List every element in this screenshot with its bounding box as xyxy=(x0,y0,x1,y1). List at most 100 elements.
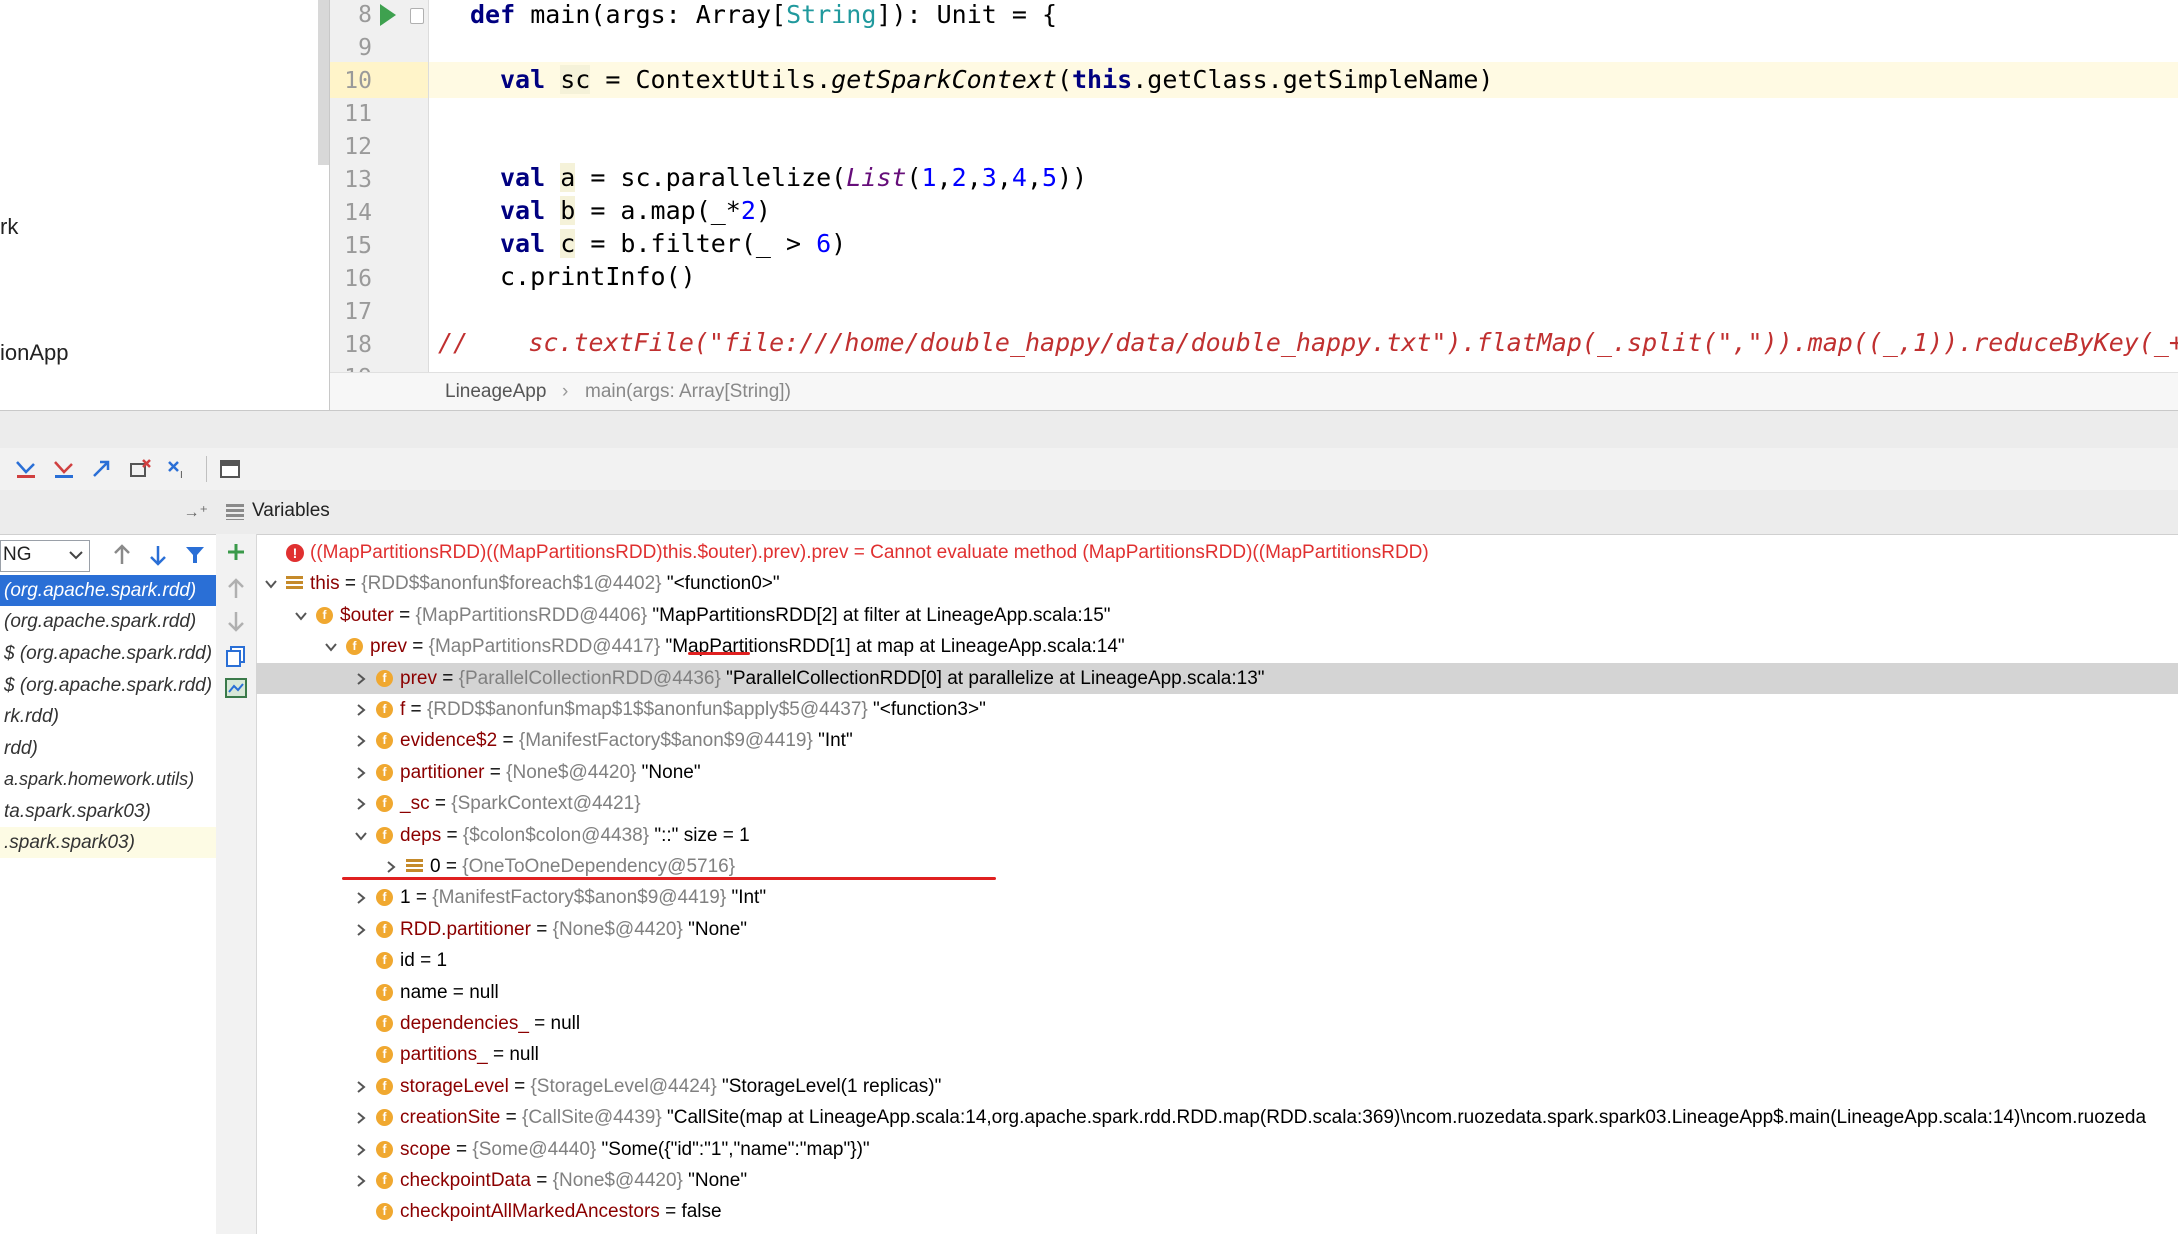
code-text: = ContextUtils. xyxy=(590,65,832,94)
pin-icon[interactable]: →⁺ xyxy=(184,502,208,522)
variable-equals: = xyxy=(487,1044,510,1066)
field-icon: f xyxy=(376,1046,393,1064)
variable-row[interactable]: f deps = {$colon$colon@4438} "::" size = … xyxy=(256,820,2178,851)
code-text: ]): Unit = { xyxy=(876,0,1058,29)
arrow-up-icon[interactable] xyxy=(112,544,132,566)
frame-item[interactable]: $ (org.apache.spark.rdd) xyxy=(0,670,216,701)
breadcrumb-method[interactable]: main(args: Array[String]) xyxy=(585,381,791,403)
number-literal: 1 xyxy=(921,163,937,192)
code-line-13: val a = sc.parallelize(List(1,2,3,4,5)) xyxy=(500,163,1088,192)
project-tree-item[interactable]: rk xyxy=(0,214,18,240)
run-to-cursor-icon[interactable]: I xyxy=(166,458,190,480)
field-icon: f xyxy=(376,889,393,907)
variable-row[interactable]: f name = null xyxy=(256,977,2178,1008)
chevron-right-icon[interactable] xyxy=(354,703,368,717)
arrow-down-icon[interactable] xyxy=(148,544,168,566)
variable: c xyxy=(560,229,576,258)
chevron-right-icon[interactable] xyxy=(354,766,368,780)
frame-item[interactable]: a.spark.homework.utils) xyxy=(0,764,216,795)
move-down-icon[interactable] xyxy=(226,610,246,632)
variable-row[interactable]: f1 = {ManifestFactory$$anon$9@4419} "Int… xyxy=(256,882,2178,913)
variable-text: partitions_ = null xyxy=(400,1039,539,1070)
step-into-icon[interactable] xyxy=(14,458,38,480)
variable-row[interactable]: f scope = {Some@4440} "Some({"id":"1","na… xyxy=(256,1134,2178,1165)
frame-item[interactable]: .spark.spark03) xyxy=(0,827,216,858)
force-step-into-icon[interactable] xyxy=(52,458,76,480)
chevron-right-icon[interactable] xyxy=(354,1143,368,1157)
chevron-right-icon[interactable] xyxy=(354,1174,368,1188)
chevron-right-icon[interactable] xyxy=(354,1080,368,1094)
chevron-right-icon[interactable] xyxy=(354,797,368,811)
move-up-icon[interactable] xyxy=(226,578,246,600)
code-line-8: def main(args: Array[String]): Unit = { xyxy=(470,0,1057,29)
variable-row[interactable]: this = {RDD$$anonfun$foreach$1@4402} "<f… xyxy=(256,568,2178,599)
variable-row[interactable]: f dependencies_ = null xyxy=(256,1008,2178,1039)
chevron-down-icon xyxy=(69,551,83,560)
chevron-right-icon[interactable] xyxy=(354,891,368,905)
chevron-right-icon[interactable] xyxy=(384,860,398,874)
field-icon: f xyxy=(376,669,393,687)
frame-item[interactable]: rk.rdd) xyxy=(0,701,216,732)
code-text: ) xyxy=(831,229,847,258)
variable-row[interactable]: f evidence$2 = {ManifestFactory$$anon$9@4… xyxy=(256,725,2178,756)
run-icon[interactable] xyxy=(380,4,396,26)
variable-type: {$colon$colon@4438} xyxy=(462,824,650,846)
code-text: ( xyxy=(906,163,922,192)
frame-item[interactable]: rdd) xyxy=(0,733,216,764)
evaluate-expression-icon[interactable] xyxy=(218,458,242,480)
number-literal: 4 xyxy=(1011,163,1027,192)
variable-type: {None$@4420} xyxy=(552,1170,683,1191)
field-icon: f xyxy=(376,1203,393,1221)
chevron-down-icon[interactable] xyxy=(354,829,368,843)
code-text: .getClass.getSimpleName) xyxy=(1132,65,1494,94)
line-number: 19 xyxy=(330,365,372,372)
panel-splitter[interactable] xyxy=(0,410,2178,450)
chevron-down-icon[interactable] xyxy=(294,609,308,623)
variable-row[interactable]: f creationSite = {CallSite@4439} "CallSit… xyxy=(256,1102,2178,1133)
variable-row[interactable]: f _sc = {SparkContext@4421} xyxy=(256,788,2178,819)
variable-name: ((MapPartitionsRDD)((MapPartitionsRDD)th… xyxy=(310,542,849,563)
frame-item[interactable]: (org.apache.spark.rdd) xyxy=(0,575,216,606)
frame-item[interactable]: $ (org.apache.spark.rdd) xyxy=(0,638,216,669)
chevron-down-icon[interactable] xyxy=(324,640,338,654)
line-number: 12 xyxy=(344,134,372,160)
chevron-right-icon[interactable] xyxy=(354,734,368,748)
variable-name: storageLevel xyxy=(400,1075,509,1097)
variable-row[interactable]: f checkpointAllMarkedAncestors = false xyxy=(256,1196,2178,1227)
frame-item[interactable]: ta.spark.spark03) xyxy=(0,796,216,827)
variable-row[interactable]: f f = {RDD$$anonfun$map$1$$anonfun$apply$… xyxy=(256,694,2178,725)
variable-row[interactable]: f partitions_ = null xyxy=(256,1039,2178,1070)
filter-icon[interactable] xyxy=(184,544,206,566)
variable-row[interactable]: f id = 1 xyxy=(256,945,2178,976)
new-watch-icon[interactable] xyxy=(224,540,248,564)
variables-title: Variables xyxy=(252,500,330,521)
variable-row[interactable]: f partitioner = {None$@4420} "None" xyxy=(256,757,2178,788)
variable-row[interactable]: f storageLevel = {StorageLevel@4424} "Sto… xyxy=(256,1071,2178,1102)
variable-text: $outer = {MapPartitionsRDD@4406} "MapPar… xyxy=(340,600,1111,631)
chevron-down-icon[interactable] xyxy=(264,577,278,591)
variable-row[interactable]: ! ((MapPartitionsRDD)((MapPartitionsRDD)t… xyxy=(256,537,2178,568)
variable-text: _sc = {SparkContext@4421} xyxy=(400,788,641,819)
variable-equals: = xyxy=(440,856,463,877)
method-call: List xyxy=(846,163,907,192)
view-as-icon[interactable] xyxy=(224,676,248,700)
copy-icon[interactable] xyxy=(224,644,248,668)
chevron-right-icon[interactable] xyxy=(354,1111,368,1125)
frame-item[interactable]: (org.apache.spark.rdd) xyxy=(0,606,216,637)
drop-frame-icon[interactable] xyxy=(128,458,152,480)
project-tree-item[interactable]: ionApp xyxy=(0,340,69,366)
variable-row[interactable]: f prev = {MapPartitionsRDD@4417} "MapPart… xyxy=(256,631,2178,662)
breadcrumb-class[interactable]: LineageApp xyxy=(445,381,546,403)
variable-name: checkpointData xyxy=(400,1170,531,1191)
fold-icon[interactable] xyxy=(410,8,424,24)
chevron-right-icon[interactable] xyxy=(354,672,368,686)
variable-row[interactable]: f prev = {ParallelCollectionRDD@4436} "Pa… xyxy=(256,662,2178,694)
variable-row[interactable]: f RDD.partitioner = {None$@4420} "None" xyxy=(256,914,2178,945)
variable-equals: = xyxy=(848,542,871,563)
chevron-right-icon[interactable] xyxy=(354,923,368,937)
code-editor[interactable]: 8 9 10 11 12 13 14 15 16 17 18 19 def ma… xyxy=(330,0,2178,372)
thread-selector[interactable]: NG xyxy=(0,540,90,572)
variable-row[interactable]: f $outer = {MapPartitionsRDD@4406} "MapPa… xyxy=(256,600,2178,631)
step-out-icon[interactable] xyxy=(90,458,114,480)
variable-row[interactable]: f checkpointData = {None$@4420} "None" xyxy=(256,1165,2178,1196)
